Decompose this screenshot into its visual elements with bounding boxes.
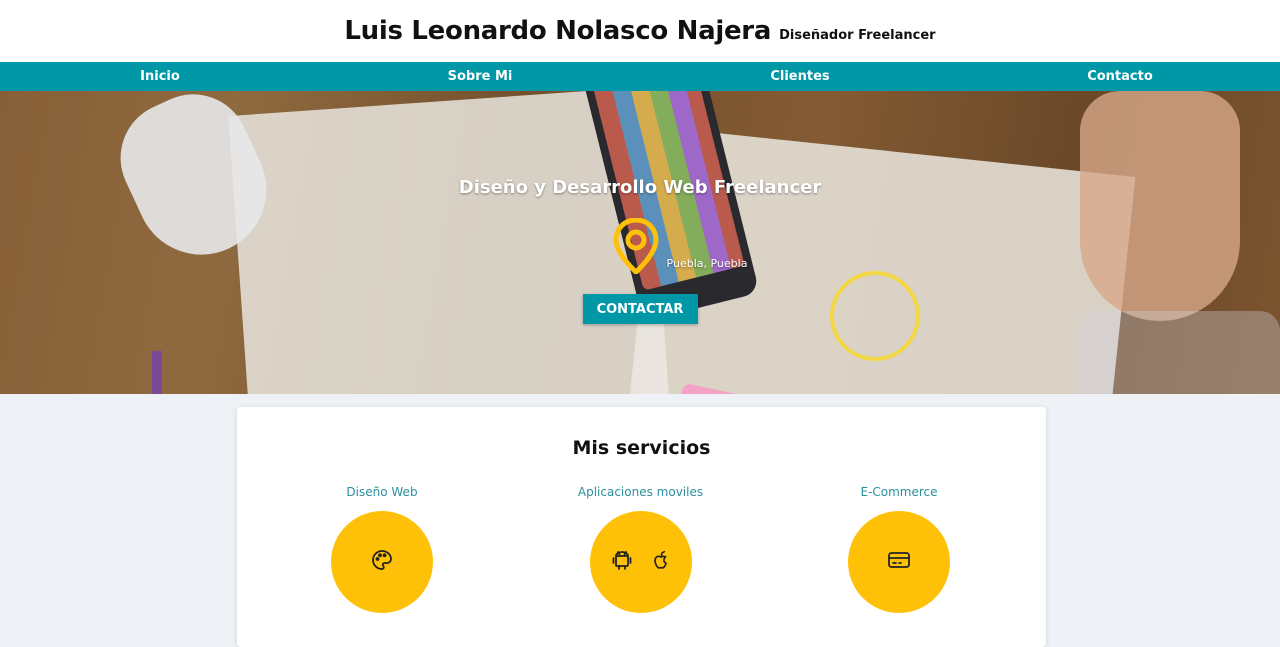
credit-card-icon	[886, 548, 912, 576]
contact-button[interactable]: CONTACTAR	[582, 294, 698, 324]
hero-content: Diseño y Desarrollo Web Freelancer Puebl…	[0, 91, 1280, 394]
services-card: Mis servicios Diseño Web Aplicaciones mo…	[237, 407, 1046, 647]
hero-section: Diseño y Desarrollo Web Freelancer Puebl…	[0, 91, 1280, 394]
location-text: Puebla, Puebla	[666, 257, 748, 270]
map-pin-icon	[613, 218, 659, 274]
service-list: Diseño Web Aplicaciones moviles E-Commer…	[237, 485, 1046, 613]
hero-location: Puebla, Puebla	[613, 218, 748, 274]
hero-title: Diseño y Desarrollo Web Freelancer	[458, 177, 822, 198]
service-icon-circle	[848, 511, 950, 613]
service-item-aplicaciones-moviles[interactable]: Aplicaciones moviles	[541, 485, 741, 613]
site-title: Luis Leonardo Nolasco Najera	[344, 16, 772, 46]
services-title: Mis servicios	[572, 437, 711, 459]
nav-item-clientes[interactable]: Clientes	[640, 62, 960, 91]
apple-icon	[650, 548, 672, 576]
service-name: Diseño Web	[346, 485, 418, 499]
nav-item-inicio[interactable]: Inicio	[0, 62, 320, 91]
main-nav: Inicio Sobre Mi Clientes Contacto	[0, 62, 1280, 91]
service-icon-circle	[589, 511, 692, 613]
service-item-diseno-web[interactable]: Diseño Web	[282, 485, 482, 613]
nav-item-sobre-mi[interactable]: Sobre Mi	[320, 62, 640, 91]
service-item-e-commerce[interactable]: E-Commerce	[799, 485, 999, 613]
service-name: Aplicaciones moviles	[577, 485, 704, 499]
service-icon-circle	[331, 511, 433, 613]
palette-icon	[370, 548, 394, 576]
android-icon	[610, 548, 634, 576]
site-header: Luis Leonardo Nolasco Najera Diseñador F…	[0, 0, 1280, 62]
site-subtitle: Diseñador Freelancer	[779, 27, 936, 43]
service-name: E-Commerce	[860, 485, 938, 499]
nav-item-contacto[interactable]: Contacto	[960, 62, 1280, 91]
